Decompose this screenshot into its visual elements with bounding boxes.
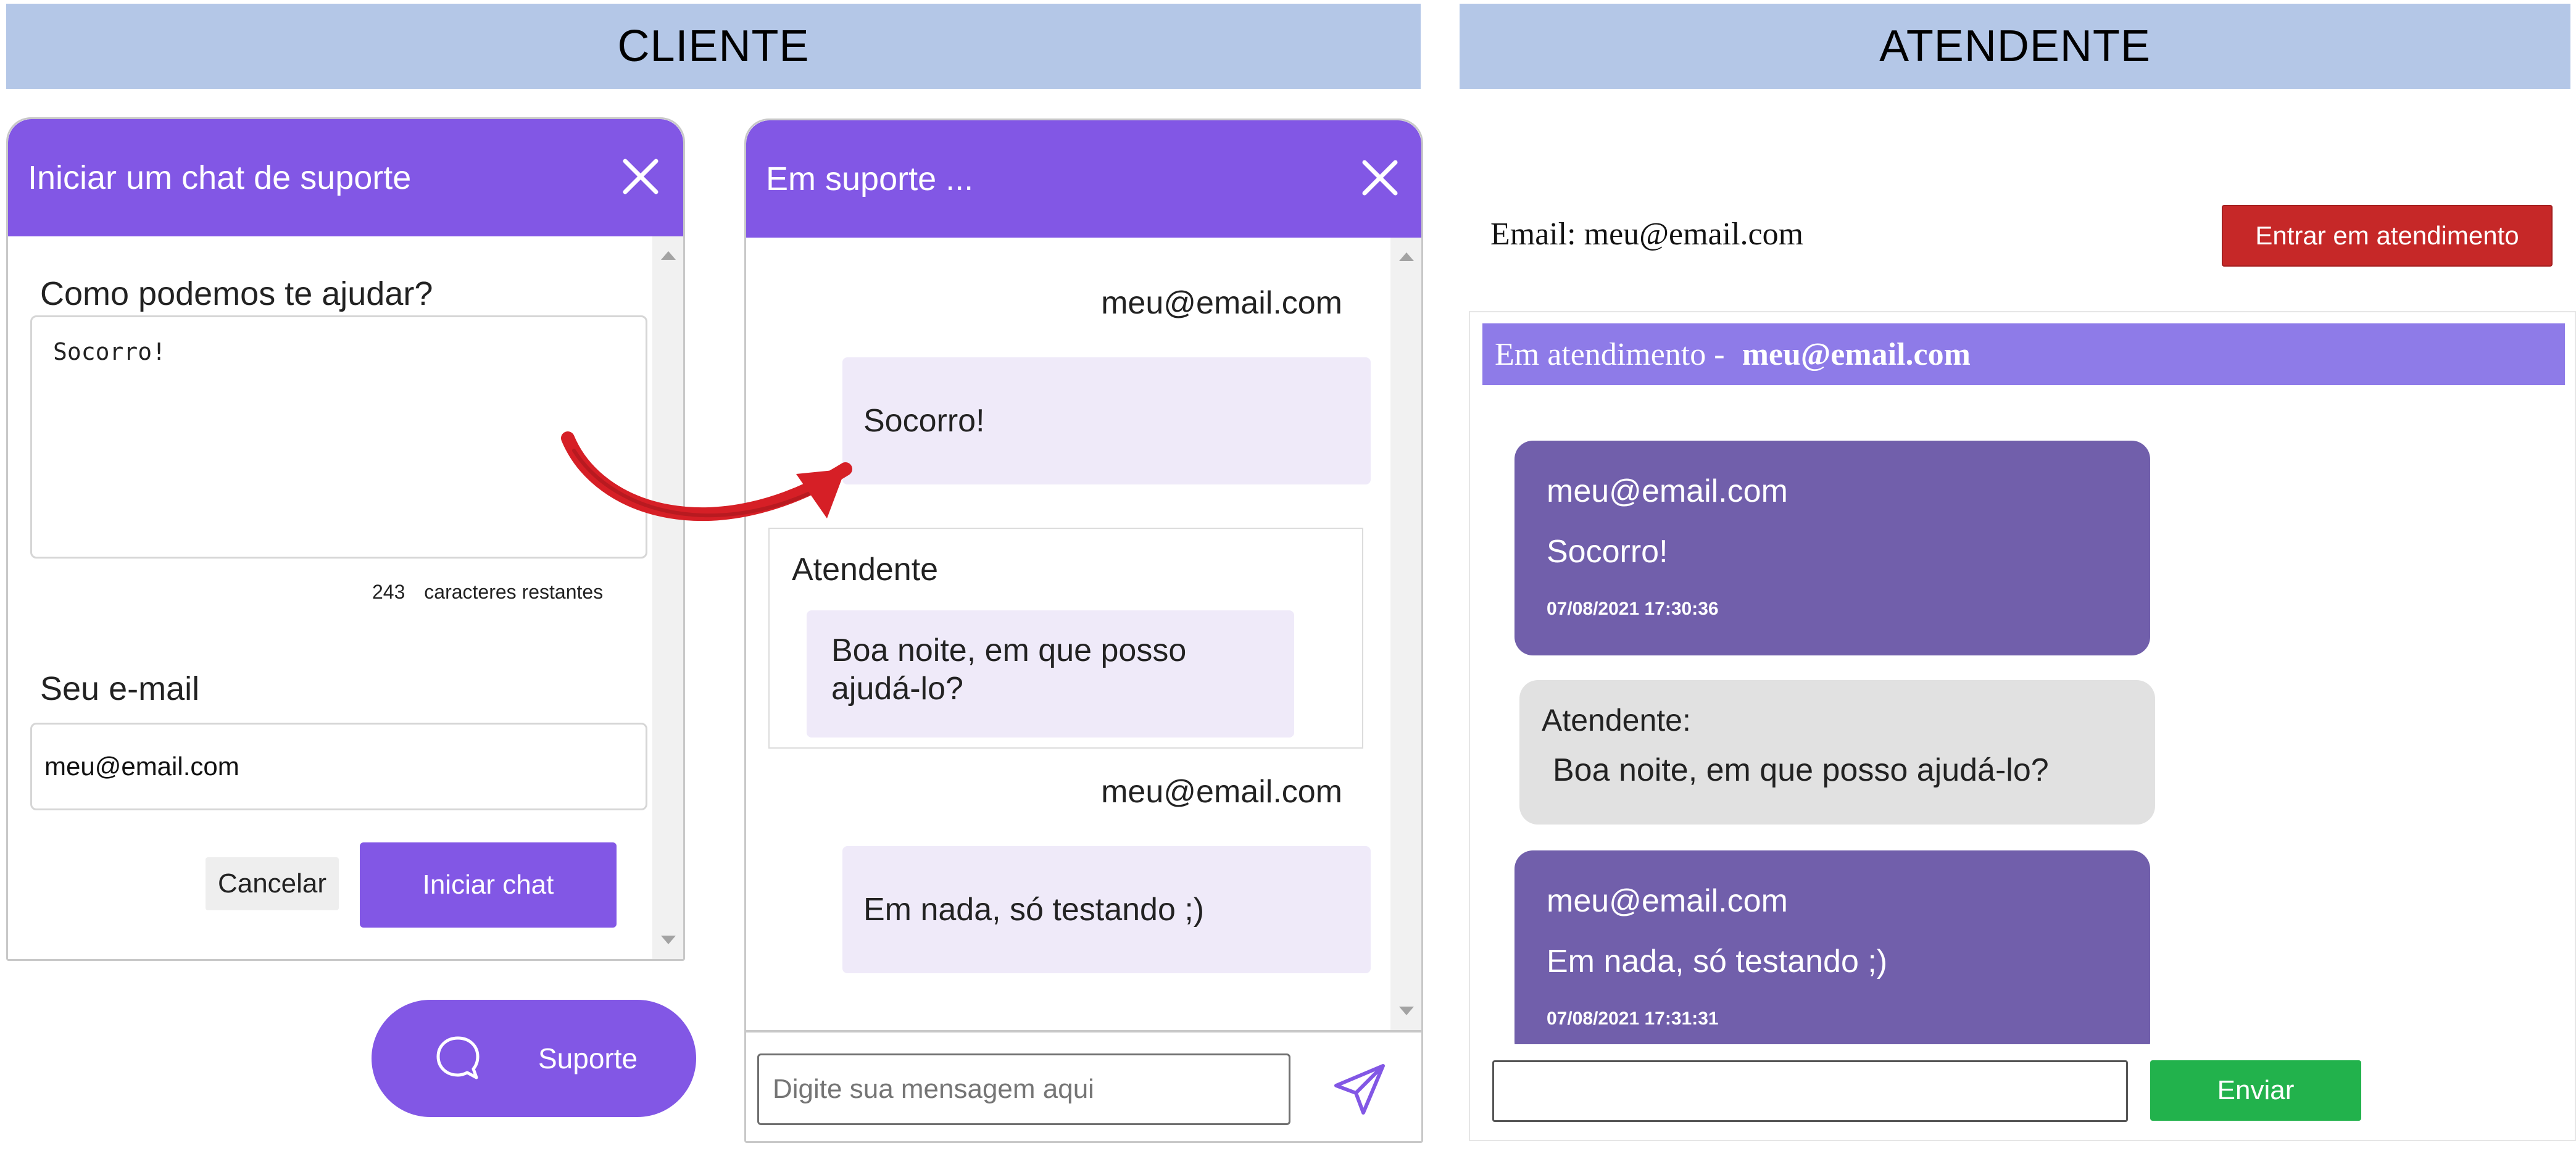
message-sender: meu@email.com <box>1101 774 1342 810</box>
enter-attendance-button[interactable]: Entrar em atendimento <box>2222 205 2553 267</box>
message-text: Boa noite, em que posso ajudá-lo? <box>831 633 1187 707</box>
support-button-label: Suporte <box>538 1042 638 1074</box>
close-icon[interactable] <box>619 155 662 198</box>
message-sender: meu@email.com <box>1547 473 1788 509</box>
start-chat-title: Iniciar um chat de suporte <box>28 159 412 196</box>
attendant-view-message: meu@email.com Em nada, só testando ;) 07… <box>1514 850 2150 1060</box>
attendant-message-box: Atendente Boa noite, em que posso ajudá-… <box>768 528 1363 749</box>
attendant-section-header: ATENDENTE <box>1460 4 2570 89</box>
message-text: Em nada, só testando ;) <box>1547 944 1888 979</box>
attendant-view-message: Atendente: Boa noite, em que posso ajudá… <box>1519 680 2155 825</box>
message-input[interactable] <box>757 1053 1290 1125</box>
banner-email: meu@email.com <box>1742 336 1971 372</box>
send-icon[interactable] <box>1330 1060 1389 1119</box>
counter-label: caracteres restantes <box>424 581 604 603</box>
email-label: Seu e-mail <box>40 670 200 707</box>
question-label: Como podemos te ajudar? <box>40 275 433 312</box>
attendant-compose-bar: Enviar <box>1470 1044 2575 1140</box>
chat-bubble-attendant: Boa noite, em que posso ajudá-lo? <box>807 610 1294 738</box>
start-chat-header: Iniciar um chat de suporte <box>8 119 683 236</box>
chat-bubble-icon <box>436 1036 480 1079</box>
message-textarea[interactable]: Socorro! <box>30 315 647 559</box>
message-text: Boa noite, em que posso ajudá-lo? <box>1553 752 2049 788</box>
attendance-area: Em atendimento - meu@email.com meu@email… <box>1469 311 2576 1141</box>
chat-bubble-user: Em nada, só testando ;) <box>842 846 1371 973</box>
curved-arrow-icon <box>561 431 852 521</box>
message-timestamp: 07/08/2021 17:30:36 <box>1547 599 1719 619</box>
message-timestamp: 07/08/2021 17:31:31 <box>1547 1008 1719 1029</box>
cancel-button[interactable]: Cancelar <box>206 857 339 910</box>
compose-bar <box>746 1030 1421 1141</box>
email-field[interactable] <box>30 723 647 810</box>
client-section-header: CLIENTE <box>6 4 1421 89</box>
chat-window-title: Em suporte ... <box>766 160 974 197</box>
message-text: Socorro! <box>1547 534 1668 570</box>
scroll-up-icon[interactable] <box>661 251 676 260</box>
scroll-up-icon[interactable] <box>1399 252 1414 261</box>
chat-bubble-user: Socorro! <box>842 357 1371 484</box>
close-icon[interactable] <box>1358 156 1402 199</box>
message-text: Em nada, só testando ;) <box>863 892 1205 928</box>
client-section-title: CLIENTE <box>617 22 810 71</box>
attendant-view-message: meu@email.com Socorro! 07/08/2021 17:30:… <box>1514 441 2150 655</box>
attendance-banner: Em atendimento - meu@email.com <box>1482 323 2565 385</box>
chat-window-header: Em suporte ... <box>746 120 1421 238</box>
characters-counter: 243 caracteres restantes <box>372 581 603 604</box>
attendant-message-input[interactable] <box>1492 1060 2128 1122</box>
chat-window-scrollbar[interactable] <box>1390 238 1421 1030</box>
message-sender: Atendente <box>792 552 939 588</box>
chat-window-panel: Em suporte ... meu@email.com Socorro! At… <box>744 118 1423 1143</box>
message-sender: Atendente: <box>1542 703 1691 738</box>
email-value: meu@email.com <box>1584 217 1804 252</box>
start-chat-button[interactable]: Iniciar chat <box>360 842 617 928</box>
scroll-down-icon[interactable] <box>661 936 676 944</box>
message-sender: meu@email.com <box>1547 883 1788 919</box>
start-chat-scrollbar[interactable] <box>652 236 683 959</box>
counter-value: 243 <box>372 581 405 603</box>
message-sender: meu@email.com <box>1101 285 1342 321</box>
email-label: Email: <box>1490 217 1576 252</box>
attendant-section-title: ATENDENTE <box>1879 22 2151 71</box>
scroll-down-icon[interactable] <box>1399 1007 1414 1015</box>
support-button[interactable]: Suporte <box>372 1000 696 1117</box>
banner-prefix: Em atendimento - <box>1495 336 1725 372</box>
send-button[interactable]: Enviar <box>2150 1060 2361 1121</box>
attendant-email-line: Email: meu@email.com <box>1490 216 1803 252</box>
